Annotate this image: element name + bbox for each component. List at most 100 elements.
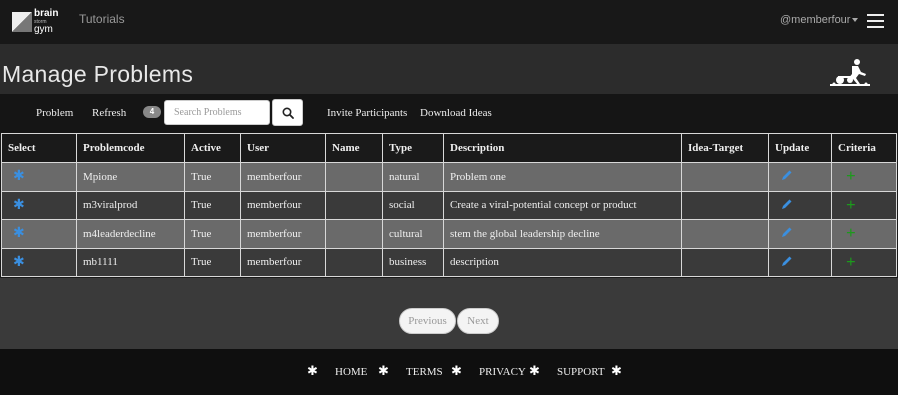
plus-icon[interactable]: + bbox=[838, 196, 856, 213]
idea-target-cell bbox=[681, 247, 769, 277]
criteria-cell: + bbox=[831, 219, 897, 249]
select-cell: ✱ bbox=[1, 219, 77, 249]
user-cell: memberfour bbox=[240, 190, 326, 220]
type-cell: business bbox=[382, 247, 444, 277]
footer-terms-link[interactable]: TERMS bbox=[406, 366, 443, 378]
nav-tutorials-link[interactable]: Tutorials bbox=[79, 12, 125, 26]
problems-table: Select Problemcode Active User Name Type… bbox=[1, 133, 897, 277]
plus-icon[interactable]: + bbox=[838, 167, 856, 184]
description-cell: stem the global leadership decline bbox=[443, 219, 682, 249]
active-cell: True bbox=[184, 219, 241, 249]
brand-line-1: brain bbox=[34, 8, 59, 19]
footer-support-link[interactable]: SUPPORT bbox=[557, 366, 605, 378]
header-type[interactable]: Type bbox=[382, 133, 444, 163]
asterisk-icon[interactable]: ✱ bbox=[8, 168, 25, 185]
asterisk-icon[interactable]: ✱ bbox=[8, 197, 25, 214]
footer-home-link[interactable]: HOME bbox=[335, 366, 367, 378]
header-select[interactable]: Select bbox=[1, 133, 77, 163]
user-cell: memberfour bbox=[240, 247, 326, 277]
page-title: Manage Problems bbox=[2, 61, 194, 87]
title-band: Manage Problems bbox=[0, 44, 898, 94]
problemcode-cell: m4leaderdecline bbox=[76, 219, 185, 249]
caret-down-icon bbox=[852, 18, 859, 23]
problem-link[interactable]: Problem bbox=[36, 107, 73, 119]
previous-button[interactable]: Previous bbox=[399, 308, 456, 334]
header-user[interactable]: User bbox=[240, 133, 326, 163]
asterisk-icon: ✱ bbox=[451, 363, 462, 378]
criteria-cell: + bbox=[831, 162, 897, 192]
select-cell: ✱ bbox=[1, 162, 77, 192]
problemcode-cell: Mpione bbox=[76, 162, 185, 192]
asterisk-icon: ✱ bbox=[529, 363, 540, 378]
asterisk-icon: ✱ bbox=[307, 363, 318, 378]
pencil-icon[interactable] bbox=[775, 198, 793, 213]
hamburger-icon[interactable] bbox=[867, 14, 884, 28]
idea-target-cell bbox=[681, 162, 769, 192]
user-menu-dropdown[interactable]: @memberfour bbox=[780, 14, 859, 26]
pencil-icon[interactable] bbox=[775, 226, 793, 241]
update-cell bbox=[768, 190, 832, 220]
update-cell bbox=[768, 247, 832, 277]
table-row: ✱ m4leaderdecline True memberfour cultur… bbox=[1, 219, 897, 249]
description-cell: Create a viral-potential concept or prod… bbox=[443, 190, 682, 220]
brainstorm-gym-logo-icon bbox=[12, 12, 32, 32]
type-cell: social bbox=[382, 190, 444, 220]
table-header-row: Select Problemcode Active User Name Type… bbox=[1, 133, 897, 163]
select-cell: ✱ bbox=[1, 190, 77, 220]
problem-count-badge: 4 bbox=[143, 106, 161, 118]
header-name[interactable]: Name bbox=[325, 133, 383, 163]
user-cell: memberfour bbox=[240, 219, 326, 249]
criteria-cell: + bbox=[831, 190, 897, 220]
header-criteria[interactable]: Criteria bbox=[831, 133, 897, 163]
active-cell: True bbox=[184, 162, 241, 192]
problemcode-cell: mb1111 bbox=[76, 247, 185, 277]
brand-line-3: gym bbox=[34, 24, 53, 35]
type-cell: cultural bbox=[382, 219, 444, 249]
header-active[interactable]: Active bbox=[184, 133, 241, 163]
next-button[interactable]: Next bbox=[457, 308, 499, 334]
search-button[interactable] bbox=[272, 99, 303, 126]
toolbar: Problem Refresh 4 Invite Participants Do… bbox=[0, 94, 898, 133]
update-cell bbox=[768, 162, 832, 192]
asterisk-icon: ✱ bbox=[611, 363, 622, 378]
search-input[interactable] bbox=[164, 100, 270, 125]
user-cell: memberfour bbox=[240, 162, 326, 192]
gym-athlete-icon bbox=[830, 59, 870, 86]
plus-icon[interactable]: + bbox=[838, 224, 856, 241]
asterisk-icon[interactable]: ✱ bbox=[8, 254, 25, 271]
brand-logo[interactable]: brain storm gym bbox=[12, 8, 59, 36]
criteria-cell: + bbox=[831, 247, 897, 277]
name-cell bbox=[325, 162, 383, 192]
top-navbar: brain storm gym Tutorials @memberfour bbox=[0, 0, 898, 44]
idea-target-cell bbox=[681, 219, 769, 249]
user-menu-label: @memberfour bbox=[780, 14, 851, 26]
refresh-link[interactable]: Refresh bbox=[92, 107, 126, 119]
header-update[interactable]: Update bbox=[768, 133, 832, 163]
download-ideas-link[interactable]: Download Ideas bbox=[420, 107, 492, 119]
invite-participants-link[interactable]: Invite Participants bbox=[327, 107, 407, 119]
problemcode-cell: m3viralprod bbox=[76, 190, 185, 220]
footer-privacy-link[interactable]: PRIVACY bbox=[479, 366, 526, 378]
name-cell bbox=[325, 219, 383, 249]
name-cell bbox=[325, 190, 383, 220]
type-cell: natural bbox=[382, 162, 444, 192]
active-cell: True bbox=[184, 190, 241, 220]
active-cell: True bbox=[184, 247, 241, 277]
table-row: ✱ m3viralprod True memberfour social Cre… bbox=[1, 190, 897, 220]
description-cell: description bbox=[443, 247, 682, 277]
idea-target-cell bbox=[681, 190, 769, 220]
plus-icon[interactable]: + bbox=[838, 253, 856, 270]
description-cell: Problem one bbox=[443, 162, 682, 192]
asterisk-icon: ✱ bbox=[378, 363, 389, 378]
header-problemcode[interactable]: Problemcode bbox=[76, 133, 185, 163]
asterisk-icon[interactable]: ✱ bbox=[8, 225, 25, 242]
header-description[interactable]: Description bbox=[443, 133, 682, 163]
name-cell bbox=[325, 247, 383, 277]
search-icon bbox=[282, 107, 294, 119]
update-cell bbox=[768, 219, 832, 249]
table-row: ✱ Mpione True memberfour natural Problem… bbox=[1, 162, 897, 192]
table-row: ✱ mb1111 True memberfour business descri… bbox=[1, 247, 897, 277]
pencil-icon[interactable] bbox=[775, 169, 793, 184]
pencil-icon[interactable] bbox=[775, 255, 793, 270]
header-idea-target[interactable]: Idea-Target bbox=[681, 133, 769, 163]
